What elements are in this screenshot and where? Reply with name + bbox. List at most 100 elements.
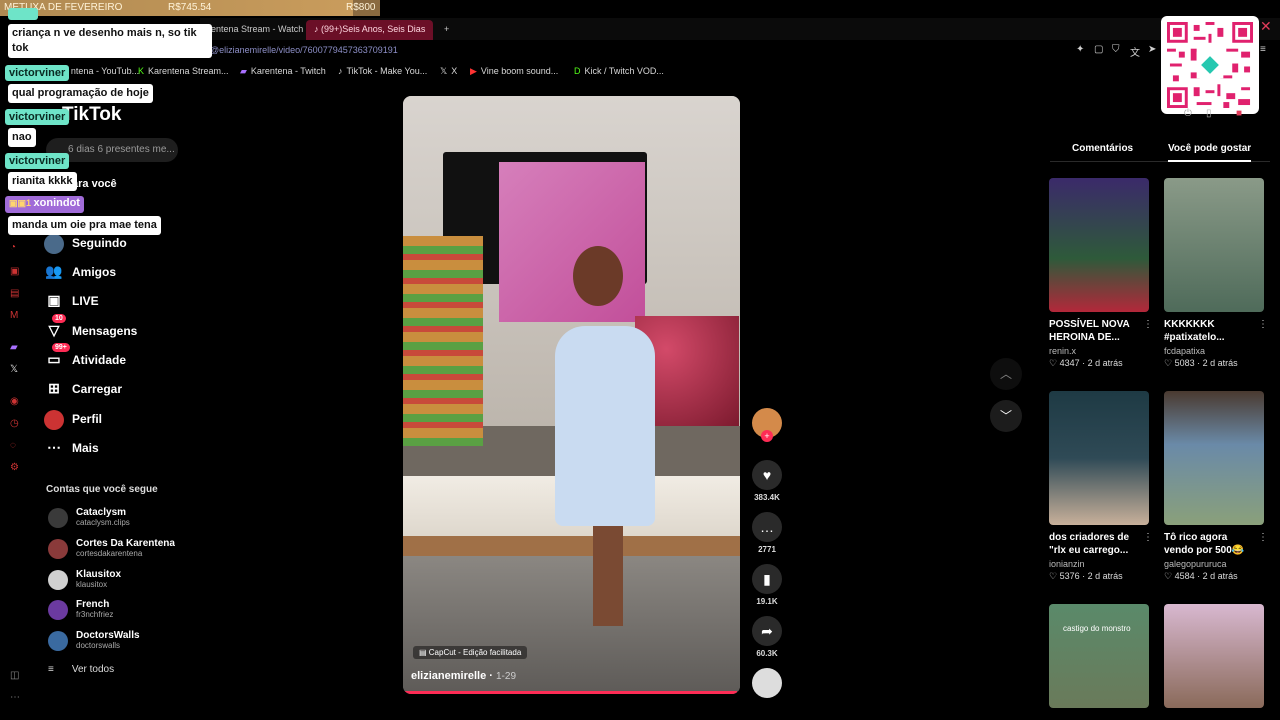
nav-live[interactable]: ▣ LIVE	[44, 290, 194, 314]
x-icon[interactable]: 𝕏	[10, 364, 18, 375]
kick-icon: D	[574, 66, 581, 76]
recommended-video-card[interactable]: POSSÍVEL NOVA HEROINA DE... renin.x ♡ 43…	[1049, 178, 1153, 369]
address-bar[interactable]: @elizianemirelle/video/76007794573637091…	[200, 42, 1060, 60]
tab-you-may-like[interactable]: Você pode gostar	[1168, 143, 1252, 162]
record-icon[interactable]: ◉	[10, 396, 19, 407]
extension-icon[interactable]: ▣	[10, 266, 19, 277]
extension-icon[interactable]: M	[10, 310, 18, 321]
video-progress-fill	[403, 691, 737, 694]
twitch-icon[interactable]: ▰	[10, 342, 18, 353]
follow-plus-icon[interactable]: +	[761, 430, 773, 442]
browser-tab-strip: rentena Stream - Watch ♪ (99+)Seis Anos,…	[200, 18, 1280, 40]
upload-icon: ⊞	[48, 380, 60, 396]
chevron-up-icon[interactable]: ︿	[990, 358, 1022, 390]
share-button[interactable]: ➦ 60.3K	[751, 616, 783, 658]
sidebar-toggle-icon[interactable]: ◫	[10, 670, 19, 681]
nav-friends[interactable]: 👥 Amigos	[44, 261, 194, 285]
recommended-video-card[interactable]	[1164, 604, 1264, 708]
video-player[interactable]: ▤ CapCut - Edição facilitada elizianemir…	[403, 96, 740, 694]
power-icon[interactable]: ⏻	[1184, 108, 1192, 119]
avatar	[48, 600, 68, 620]
chat-username-tag	[8, 8, 38, 20]
more-icon[interactable]: ⋯	[10, 692, 20, 703]
video-author[interactable]: elizianemirelle · 1-29	[411, 670, 516, 682]
recommended-video-card[interactable]: Tô rico agora vendo por 500😂 galegopurur…	[1164, 391, 1268, 582]
following-accounts-header: Contas que você segue	[46, 484, 158, 495]
comment-button[interactable]: … 2771	[751, 512, 783, 554]
nav-following[interactable]: Seguindo	[44, 232, 194, 256]
bookmark-vine-boom[interactable]: ▶ Vine boom sound...	[470, 66, 558, 77]
recommended-video-card[interactable]: dos criadores de "rlx eu carrego... ioni…	[1049, 391, 1153, 582]
chevron-down-icon[interactable]: ﹀	[990, 400, 1022, 432]
avatar	[48, 631, 68, 651]
nav-for-you[interactable]: ara você	[72, 178, 117, 190]
more-options-icon[interactable]: ⋮	[1258, 319, 1268, 330]
more-options-icon[interactable]: ⋮	[1143, 319, 1153, 330]
video-frame	[555, 326, 655, 526]
like-button[interactable]: ♥ 383.4K	[751, 460, 783, 502]
capcut-tag[interactable]: ▤ CapCut - Edição facilitada	[413, 646, 528, 659]
music-disc-button[interactable]	[751, 668, 783, 698]
followed-account[interactable]: DoctorsWalls doctorswalls	[46, 628, 186, 656]
tab-comments[interactable]: Comentários	[1072, 143, 1133, 154]
friends-icon: 👥	[45, 263, 63, 279]
stop-icon[interactable]: ■	[1236, 108, 1242, 119]
heart-icon: ♡	[1049, 358, 1060, 368]
chat-message: criança n ve desenho mais n, so tik tok	[8, 24, 212, 58]
close-icon[interactable]: ✕	[1260, 18, 1272, 35]
avatar	[48, 539, 68, 559]
video-progress-bar[interactable]	[403, 691, 740, 694]
followed-account[interactable]: French fr3nchfriez	[46, 597, 186, 625]
shield-icon[interactable]: ⛉	[1112, 44, 1120, 55]
profile-icon	[44, 410, 64, 430]
send-icon[interactable]: ➤	[1148, 44, 1156, 55]
save-button[interactable]: ▮ 19.1K	[751, 564, 783, 606]
see-all-link[interactable]: ≡ Ver todos	[48, 664, 114, 675]
more-options-icon[interactable]: ⋮	[1143, 532, 1153, 543]
video-thumbnail	[1164, 604, 1264, 708]
bookmark-x[interactable]: 𝕏X	[440, 66, 457, 77]
bookmark-kick-vod[interactable]: D Kick / Twitch VOD...	[574, 66, 664, 76]
nav-more[interactable]: ⋯ Mais	[44, 437, 194, 461]
nav-upload[interactable]: ⊞ Carregar	[44, 378, 194, 402]
chat-message: nao	[8, 128, 36, 147]
bookmark-tiktok[interactable]: ♪ TikTok - Make You...	[338, 66, 427, 76]
chat-message: qual programação de hoje	[8, 84, 153, 103]
followed-account[interactable]: Klausitox klausitox	[46, 567, 186, 595]
qr-code-pattern	[1167, 22, 1253, 108]
chat-icon[interactable]: ◌	[10, 440, 16, 451]
music-disc-icon	[752, 668, 782, 698]
bookmark-twitch[interactable]: ▰ Karentena - Twitch	[240, 66, 326, 77]
heart-icon: ♡	[1164, 358, 1175, 368]
recommended-video-card[interactable]: KKKKKKK #patixatelo... fcdapatixa ♡ 5083…	[1164, 178, 1268, 369]
video-frame	[499, 162, 645, 322]
more-options-icon[interactable]: ⋮	[1258, 532, 1268, 543]
new-tab-button[interactable]: +	[436, 20, 457, 40]
menu-icon[interactable]: ≡	[1260, 44, 1266, 55]
extension-icon[interactable]: ▤	[10, 288, 19, 299]
author-avatar-button[interactable]: +	[751, 408, 783, 442]
followed-account[interactable]: Cataclysm cataclysm.clips	[46, 505, 186, 533]
share-icon: ➦	[752, 616, 782, 646]
chat-username: victorviner	[5, 65, 70, 81]
recommended-video-card[interactable]: castigo do monstro	[1049, 604, 1149, 708]
phone-icon[interactable]: ▯	[1206, 108, 1212, 119]
bookmark-kick[interactable]: K Karentena Stream...	[138, 66, 229, 76]
tab-karentena-stream[interactable]: rentena Stream - Watch	[200, 20, 311, 40]
chat-username: victorviner	[5, 153, 70, 169]
video-thumbnail	[1164, 391, 1264, 525]
screenshot-icon[interactable]: ▢	[1094, 44, 1103, 55]
clock-icon[interactable]: ◷	[10, 418, 19, 429]
extension-icon[interactable]: ◔	[10, 242, 16, 253]
tiktok-logo[interactable]: TikTok	[62, 104, 121, 126]
nav-messages[interactable]: ▽ 10 Mensagens	[44, 314, 194, 344]
nav-profile[interactable]: Perfil	[44, 408, 194, 432]
pin-icon[interactable]: ✦	[1076, 44, 1084, 55]
chat-message: manda um oie pra mae tena	[8, 216, 161, 235]
tab-tiktok-video[interactable]: ♪ (99+)Seis Anos, Seis Dias	[306, 20, 434, 40]
translate-icon[interactable]: 文	[1130, 44, 1140, 59]
nav-activity[interactable]: ▭ 99+ Atividade	[44, 343, 194, 373]
followed-account[interactable]: Cortes Da Karentena cortesdakarentena	[46, 536, 186, 564]
settings-icon[interactable]: ⚙	[10, 462, 19, 473]
bookmark-youtube[interactable]: ▶ntena - YouTub...	[60, 66, 139, 77]
